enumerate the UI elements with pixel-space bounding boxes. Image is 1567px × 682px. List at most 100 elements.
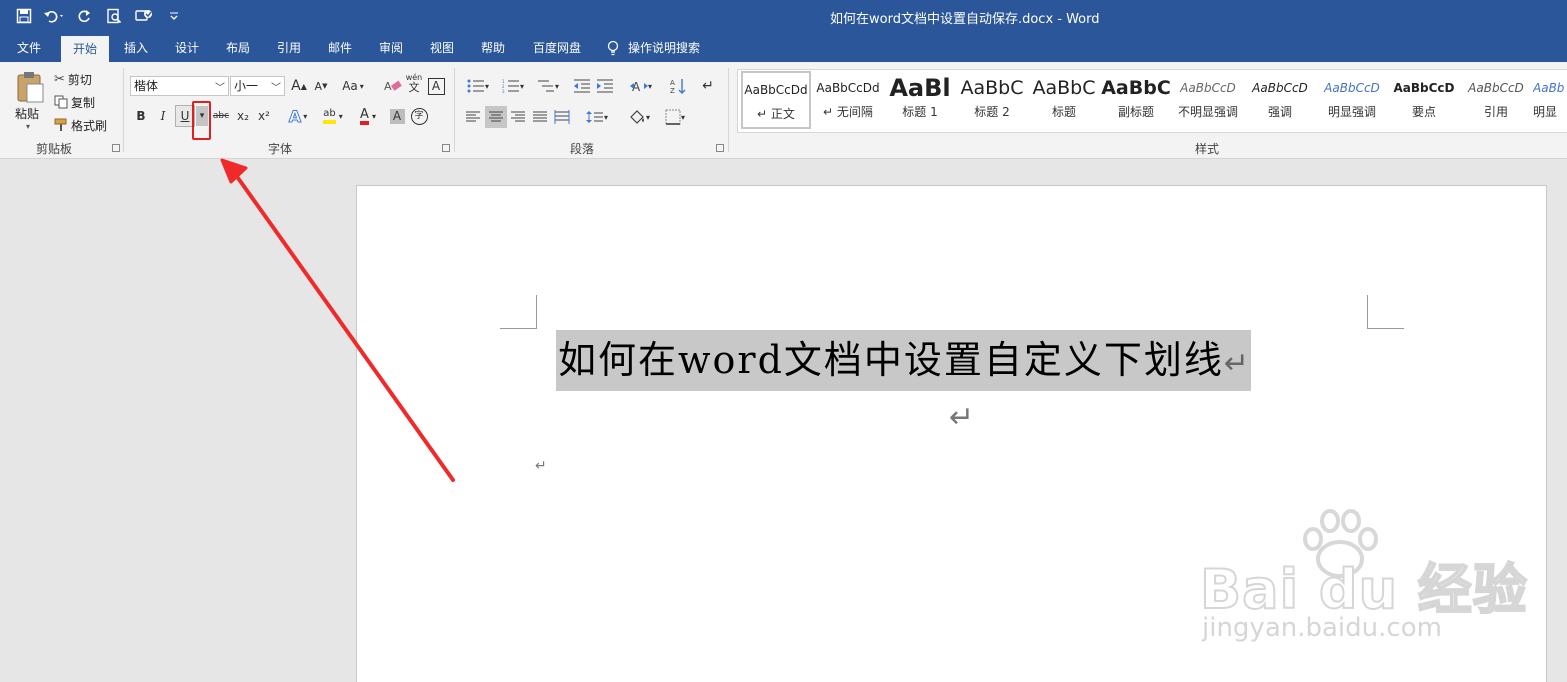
copy-button[interactable]: 复制 xyxy=(54,93,95,111)
character-shading-button[interactable]: A xyxy=(386,105,408,127)
superscript-button[interactable]: x² xyxy=(253,105,275,127)
decrease-indent-button[interactable] xyxy=(571,75,593,97)
sort-button[interactable]: AZ xyxy=(667,75,689,97)
style-name: ↵ 无间隔 xyxy=(823,105,873,119)
font-family-combo[interactable]: 楷体 ﹀ xyxy=(130,76,229,96)
grow-font-icon: A xyxy=(291,78,301,94)
tab-layout[interactable]: 布局 xyxy=(215,34,261,62)
touch-mode-icon[interactable] xyxy=(130,4,158,28)
borders-button[interactable]: ▾ xyxy=(659,106,691,128)
change-case-icon: Aa xyxy=(342,79,358,93)
tab-file[interactable]: 文件 xyxy=(6,34,52,62)
copy-label: 复制 xyxy=(71,95,96,110)
italic-button[interactable]: I xyxy=(152,105,174,127)
phonetic-guide-button[interactable]: wén 文 xyxy=(403,73,425,95)
style-title[interactable]: AaBbC 标题 xyxy=(1029,71,1099,129)
tab-view[interactable]: 视图 xyxy=(419,34,465,62)
style-emphasis[interactable]: AaBbCcD 强调 xyxy=(1245,71,1315,129)
chevron-down-icon[interactable]: ﹀ xyxy=(271,80,281,98)
undo-icon[interactable] xyxy=(40,4,68,28)
tab-baidu-netdisk[interactable]: 百度网盘 xyxy=(522,34,592,62)
paragraph-dialog-launcher[interactable] xyxy=(716,144,724,152)
style-intense-quote[interactable]: AaBb 明显 xyxy=(1533,71,1567,129)
style-strong[interactable]: AaBbCcD 要点 xyxy=(1389,71,1459,129)
style-subtle-emphasis[interactable]: AaBbCcD 不明显强调 xyxy=(1173,71,1243,129)
bold-button[interactable]: B xyxy=(130,105,152,127)
style-preview: AaBbCcD xyxy=(1468,81,1524,95)
text-effects-button[interactable]: A ▾ xyxy=(283,105,313,127)
tab-design[interactable]: 设计 xyxy=(164,34,210,62)
style-name: 副标题 xyxy=(1117,105,1154,119)
shrink-font-button[interactable]: A ▼ xyxy=(310,75,332,97)
style-preview: AaBbCcD xyxy=(1252,81,1308,95)
grow-font-button[interactable]: A ▲ xyxy=(288,75,310,97)
tab-mailings[interactable]: 邮件 xyxy=(317,34,363,62)
distributed-button[interactable] xyxy=(551,106,573,128)
font-size-value: 小一 xyxy=(234,79,259,93)
character-shading-icon: A xyxy=(389,108,405,124)
clipboard-dialog-launcher[interactable] xyxy=(112,144,120,152)
style-preview: AaBbCcD xyxy=(1393,81,1455,95)
svg-text:3: 3 xyxy=(502,89,505,93)
multilevel-list-button[interactable]: ▾ xyxy=(532,75,564,97)
style-name: 明显 xyxy=(1533,105,1558,119)
style-preview: AaBbCcD xyxy=(1324,81,1380,95)
style-intense-emphasis[interactable]: AaBbCcD 明显强调 xyxy=(1317,71,1387,129)
style-no-spacing[interactable]: AaBbCcDd ↵ 无间隔 xyxy=(813,71,883,129)
decrease-indent-icon xyxy=(574,79,590,93)
paste-button[interactable]: 粘贴 ▾ xyxy=(10,68,50,134)
highlight-box xyxy=(192,101,211,140)
tab-references[interactable]: 引用 xyxy=(266,34,312,62)
subscript-button[interactable]: x₂ xyxy=(232,105,254,127)
tab-home[interactable]: 开始 xyxy=(61,36,109,62)
align-left-button[interactable] xyxy=(462,106,484,128)
increase-indent-button[interactable] xyxy=(594,75,616,97)
style-normal[interactable]: AaBbCcDd ↵ 正文 xyxy=(741,71,811,129)
print-preview-icon[interactable] xyxy=(100,4,128,28)
clear-formatting-button[interactable]: A xyxy=(382,75,404,97)
paint-bucket-icon xyxy=(630,110,644,124)
bullets-button[interactable]: ▾ xyxy=(462,75,494,97)
redo-icon[interactable] xyxy=(70,4,98,28)
style-name: 引用 xyxy=(1483,105,1508,119)
tell-me-search[interactable]: 操作说明搜索 xyxy=(628,34,714,62)
style-heading-2[interactable]: AaBbC 标题 2 xyxy=(957,71,1027,129)
strikethrough-button[interactable]: abc xyxy=(210,105,232,127)
copy-icon xyxy=(54,95,68,109)
tab-help[interactable]: 帮助 xyxy=(470,34,516,62)
customize-icon[interactable] xyxy=(160,4,188,28)
font-size-combo[interactable]: 小一 ﹀ xyxy=(230,76,285,96)
style-name: 要点 xyxy=(1411,105,1436,119)
tab-review[interactable]: 审阅 xyxy=(368,34,414,62)
align-right-button[interactable] xyxy=(507,106,529,128)
align-center-button[interactable] xyxy=(485,106,507,128)
align-center-icon xyxy=(489,111,503,122)
justify-button[interactable] xyxy=(529,106,551,128)
paragraph-mark-icon: ↵ xyxy=(949,400,975,435)
style-quote[interactable]: AaBbCcD 引用 xyxy=(1461,71,1531,129)
chinese-layout-button[interactable]: A ▾ xyxy=(625,75,657,97)
font-color-button[interactable]: A ▾ xyxy=(352,105,384,127)
styles-gallery: AaBbCcDd ↵ 正文 AaBbCcDd ↵ 无间隔 AaBl 标题 1 A… xyxy=(737,69,1567,133)
text-highlight-button[interactable]: ab ▾ xyxy=(317,105,349,127)
font-group-label: 字体 xyxy=(267,142,292,156)
style-subtitle[interactable]: AaBbC 副标题 xyxy=(1101,71,1171,129)
shading-button[interactable]: ▾ xyxy=(623,106,655,128)
document-title-text[interactable]: 如何在word文档中设置自定义下划线↵ xyxy=(556,330,1252,391)
numbering-button[interactable]: 1 2 3 ▾ xyxy=(497,75,529,97)
paste-dropdown-icon[interactable]: ▾ xyxy=(26,122,30,131)
chevron-down-icon[interactable]: ﹀ xyxy=(215,80,225,98)
font-dialog-launcher[interactable] xyxy=(442,144,450,152)
format-painter-button[interactable]: 格式刷 xyxy=(54,116,107,134)
character-border-button[interactable]: A xyxy=(425,75,447,97)
change-case-button[interactable]: Aa ▾ xyxy=(338,75,368,97)
save-icon[interactable] xyxy=(10,4,38,28)
line-spacing-button[interactable]: ▾ xyxy=(582,106,612,128)
cut-button[interactable]: ✂ 剪切 xyxy=(54,70,92,88)
style-heading-1[interactable]: AaBl 标题 1 xyxy=(885,71,955,129)
enclose-characters-button[interactable]: 字 xyxy=(408,105,430,127)
paragraph-mark-icon: ↵ xyxy=(535,458,547,474)
style-preview: AaBbC xyxy=(1101,77,1171,99)
tab-insert[interactable]: 插入 xyxy=(113,34,159,62)
show-formatting-marks-button[interactable]: ↵ xyxy=(697,75,719,97)
